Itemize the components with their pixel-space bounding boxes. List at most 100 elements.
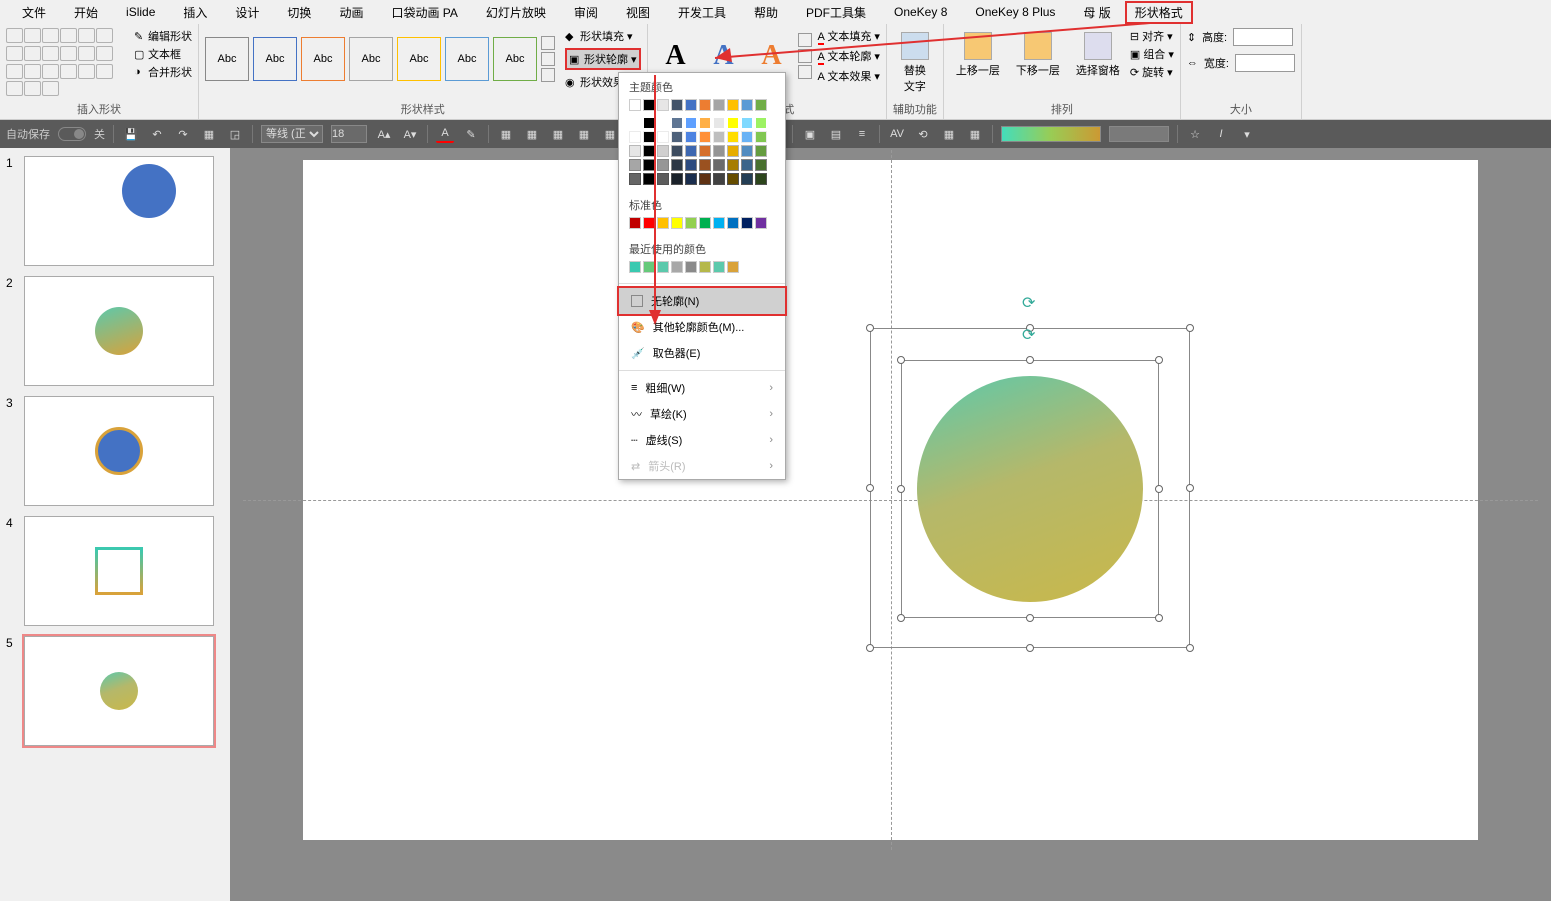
dash-item[interactable]: ┄虚线(S)› xyxy=(619,427,785,453)
text-fill-button[interactable]: A 文本填充 ▾ xyxy=(818,28,880,44)
color-swatch[interactable] xyxy=(727,261,739,273)
slide-thumb-4[interactable] xyxy=(24,516,214,626)
rotate-handle-icon[interactable]: ⟳ xyxy=(1022,325,1038,341)
color-swatch[interactable] xyxy=(699,131,711,143)
menu-onekey8[interactable]: OneKey 8 xyxy=(880,5,961,19)
color-swatch[interactable] xyxy=(685,99,697,111)
menu-pa[interactable]: 口袋动画 PA xyxy=(377,4,471,21)
color-swatch[interactable] xyxy=(755,117,767,129)
menu-view[interactable]: 视图 xyxy=(612,4,664,21)
undo-icon[interactable]: ↶ xyxy=(148,125,166,143)
color-swatch[interactable] xyxy=(741,131,753,143)
color-swatch[interactable] xyxy=(685,131,697,143)
slide-thumb-2[interactable] xyxy=(24,276,214,386)
shape-styles-gallery[interactable]: Abc Abc Abc Abc Abc Abc Abc xyxy=(205,28,557,90)
menu-help[interactable]: 帮助 xyxy=(740,4,792,21)
qat-icon[interactable]: ▦ xyxy=(966,125,984,143)
color-swatch[interactable] xyxy=(727,159,739,171)
slide-thumb-5[interactable] xyxy=(24,636,214,746)
color-swatch[interactable] xyxy=(629,117,641,129)
color-swatch[interactable] xyxy=(755,173,767,185)
color-swatch[interactable] xyxy=(643,145,655,157)
menu-slideshow[interactable]: 幻灯片放映 xyxy=(472,4,560,21)
qat-icon[interactable]: ▣ xyxy=(801,125,819,143)
menu-master[interactable]: 母 版 xyxy=(1069,4,1124,21)
color-swatch[interactable] xyxy=(685,145,697,157)
sketch-item[interactable]: 〰草绘(K)› xyxy=(619,401,785,427)
shapes-gallery[interactable] xyxy=(6,28,130,98)
edit-shape-button[interactable]: ✎编辑形状 xyxy=(134,28,192,44)
color-swatch[interactable] xyxy=(685,217,697,229)
redo-icon[interactable]: ↷ xyxy=(174,125,192,143)
more-colors-item[interactable]: 🎨其他轮廓颜色(M)... xyxy=(619,314,785,340)
color-swatch[interactable] xyxy=(713,217,725,229)
color-swatch[interactable] xyxy=(727,99,739,111)
color-swatch[interactable] xyxy=(629,99,641,111)
color-swatch[interactable] xyxy=(671,99,683,111)
slide-canvas[interactable]: ⟳ ⟳ xyxy=(230,148,1551,901)
qat-icon[interactable]: ▤ xyxy=(827,125,845,143)
color-swatch[interactable] xyxy=(741,159,753,171)
color-swatch[interactable] xyxy=(629,145,641,157)
slide-thumb-1[interactable] xyxy=(24,156,214,266)
color-swatch[interactable] xyxy=(699,117,711,129)
font-select[interactable]: 等线 (正 xyxy=(261,125,323,143)
color-swatch[interactable] xyxy=(713,173,725,185)
color-swatch[interactable] xyxy=(629,131,641,143)
height-field[interactable]: ⇕高度: xyxy=(1187,28,1295,46)
color-swatch[interactable] xyxy=(657,117,669,129)
qat-icon[interactable]: ⟲ xyxy=(914,125,932,143)
color-swatch[interactable] xyxy=(629,173,641,185)
textbox-button[interactable]: ▢文本框 xyxy=(134,46,192,62)
text-outline-button[interactable]: A 文本轮廓 ▾ xyxy=(818,48,880,64)
menu-home[interactable]: 开始 xyxy=(60,4,112,21)
width-field[interactable]: ⇔宽度: xyxy=(1187,54,1295,72)
font-color-icon[interactable]: A xyxy=(436,125,454,143)
color-swatch[interactable] xyxy=(671,261,683,273)
color-swatch[interactable] xyxy=(671,217,683,229)
color-swatch[interactable] xyxy=(657,99,669,111)
star-icon[interactable]: ☆ xyxy=(1186,125,1204,143)
color-swatch[interactable] xyxy=(671,173,683,185)
qat-icon[interactable]: ◲ xyxy=(226,125,244,143)
qat-icon[interactable]: ▦ xyxy=(549,125,567,143)
menu-onekey8plus[interactable]: OneKey 8 Plus xyxy=(961,5,1069,19)
recent-color-swatches[interactable] xyxy=(619,261,785,279)
color-swatch[interactable] xyxy=(643,159,655,171)
color-swatch[interactable] xyxy=(629,217,641,229)
qat-icon[interactable]: ≡ xyxy=(853,125,871,143)
color-swatch[interactable] xyxy=(699,145,711,157)
color-swatch[interactable] xyxy=(685,261,697,273)
color-swatch[interactable] xyxy=(699,173,711,185)
color-swatch[interactable] xyxy=(727,131,739,143)
menu-transition[interactable]: 切换 xyxy=(273,4,325,21)
gradient-circle-shape[interactable] xyxy=(917,376,1143,602)
highlight-icon[interactable]: ✎ xyxy=(462,125,480,143)
color-swatch[interactable] xyxy=(671,159,683,171)
color-swatch[interactable] xyxy=(643,131,655,143)
align-button[interactable]: ⊟对齐 ▾ xyxy=(1130,28,1174,44)
color-swatch[interactable] xyxy=(699,99,711,111)
menu-dev[interactable]: 开发工具 xyxy=(664,4,740,21)
color-swatch[interactable] xyxy=(755,217,767,229)
color-swatch[interactable] xyxy=(657,145,669,157)
color-swatch[interactable] xyxy=(727,173,739,185)
menu-insert[interactable]: 插入 xyxy=(169,4,221,21)
qat-icon[interactable]: A▾ xyxy=(401,125,419,143)
color-swatch[interactable] xyxy=(657,159,669,171)
color-swatch[interactable] xyxy=(671,145,683,157)
menu-design[interactable]: 设计 xyxy=(221,4,273,21)
qat-icon[interactable]: AV xyxy=(888,125,906,143)
menu-file[interactable]: 文件 xyxy=(8,4,60,21)
color-swatch[interactable] xyxy=(755,131,767,143)
color-swatch[interactable] xyxy=(657,217,669,229)
text-effects-button[interactable]: A 文本效果 ▾ xyxy=(818,68,880,84)
merge-shapes-button[interactable]: ◑合并形状 xyxy=(134,64,192,80)
color-swatch[interactable] xyxy=(713,261,725,273)
color-swatch[interactable] xyxy=(629,261,641,273)
color-swatch[interactable] xyxy=(755,99,767,111)
menu-islide[interactable]: iSlide xyxy=(112,5,169,19)
qat-icon[interactable]: ▦ xyxy=(940,125,958,143)
shape-outline-button[interactable]: ▣形状轮廓 ▾ xyxy=(565,48,641,70)
color-swatch[interactable] xyxy=(727,117,739,129)
